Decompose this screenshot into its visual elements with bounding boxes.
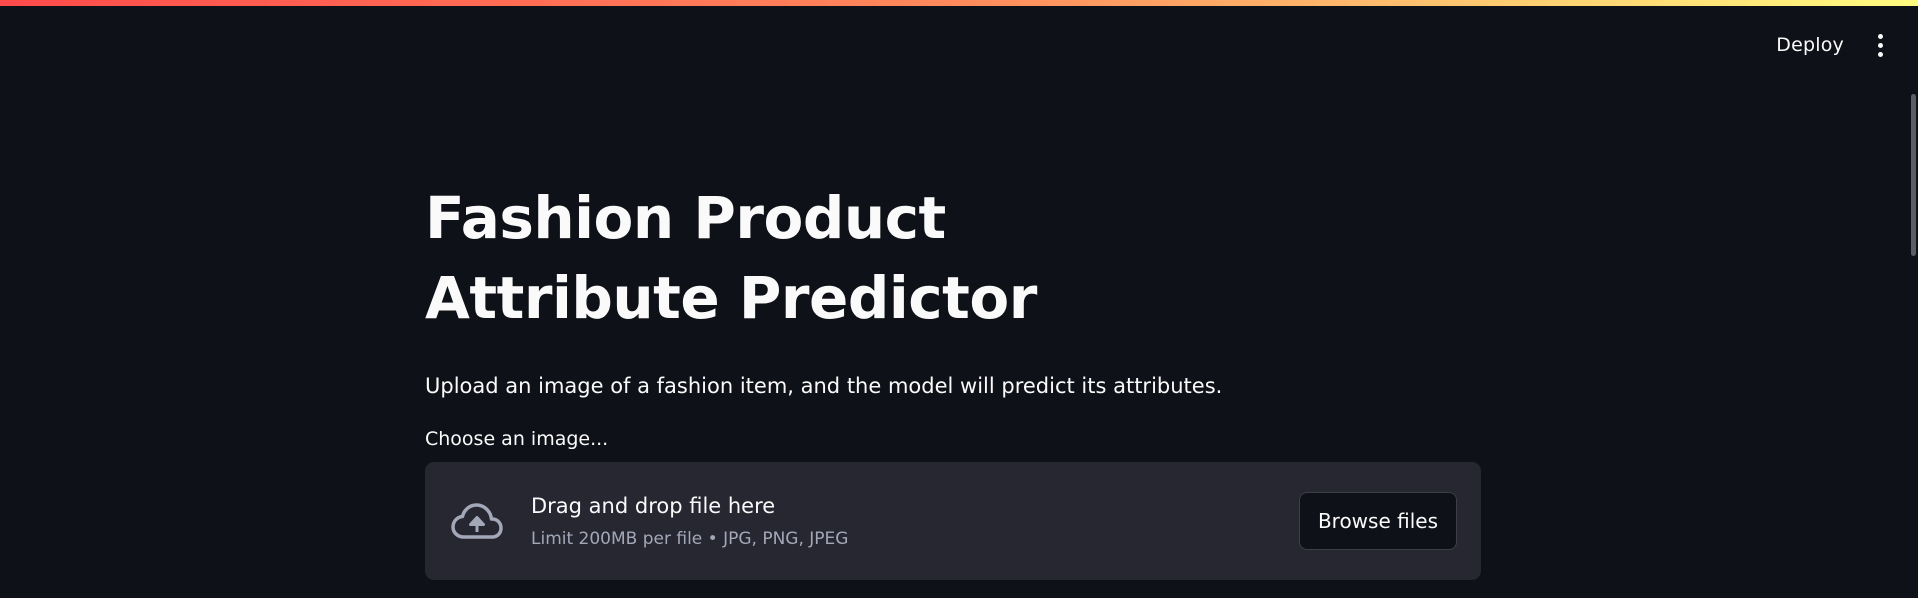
file-dropzone[interactable]: Drag and drop file here Limit 200MB per …	[425, 462, 1481, 580]
page-title: Fashion Product Attribute Predictor	[425, 184, 1037, 332]
browse-files-button[interactable]: Browse files	[1298, 492, 1457, 550]
header-decoration-stripe	[0, 0, 1918, 6]
dropzone-instructions: Drag and drop file here Limit 200MB per …	[531, 492, 1299, 550]
app-toolbar: Deploy	[1776, 30, 1890, 60]
file-uploader-label: Choose an image...	[425, 428, 609, 450]
kebab-menu-icon[interactable]	[1870, 30, 1890, 60]
main-content: Fashion Product Attribute Predictor Uplo…	[425, 178, 1481, 580]
dropzone-title: Drag and drop file here	[531, 494, 776, 518]
deploy-button[interactable]: Deploy	[1776, 34, 1844, 56]
dropzone-file-limit: Limit 200MB per file • JPG, PNG, JPEG	[531, 529, 849, 549]
cloud-upload-icon	[449, 493, 505, 549]
vertical-scrollbar[interactable]	[1911, 94, 1916, 256]
page-description: Upload an image of a fashion item, and t…	[425, 374, 1223, 398]
